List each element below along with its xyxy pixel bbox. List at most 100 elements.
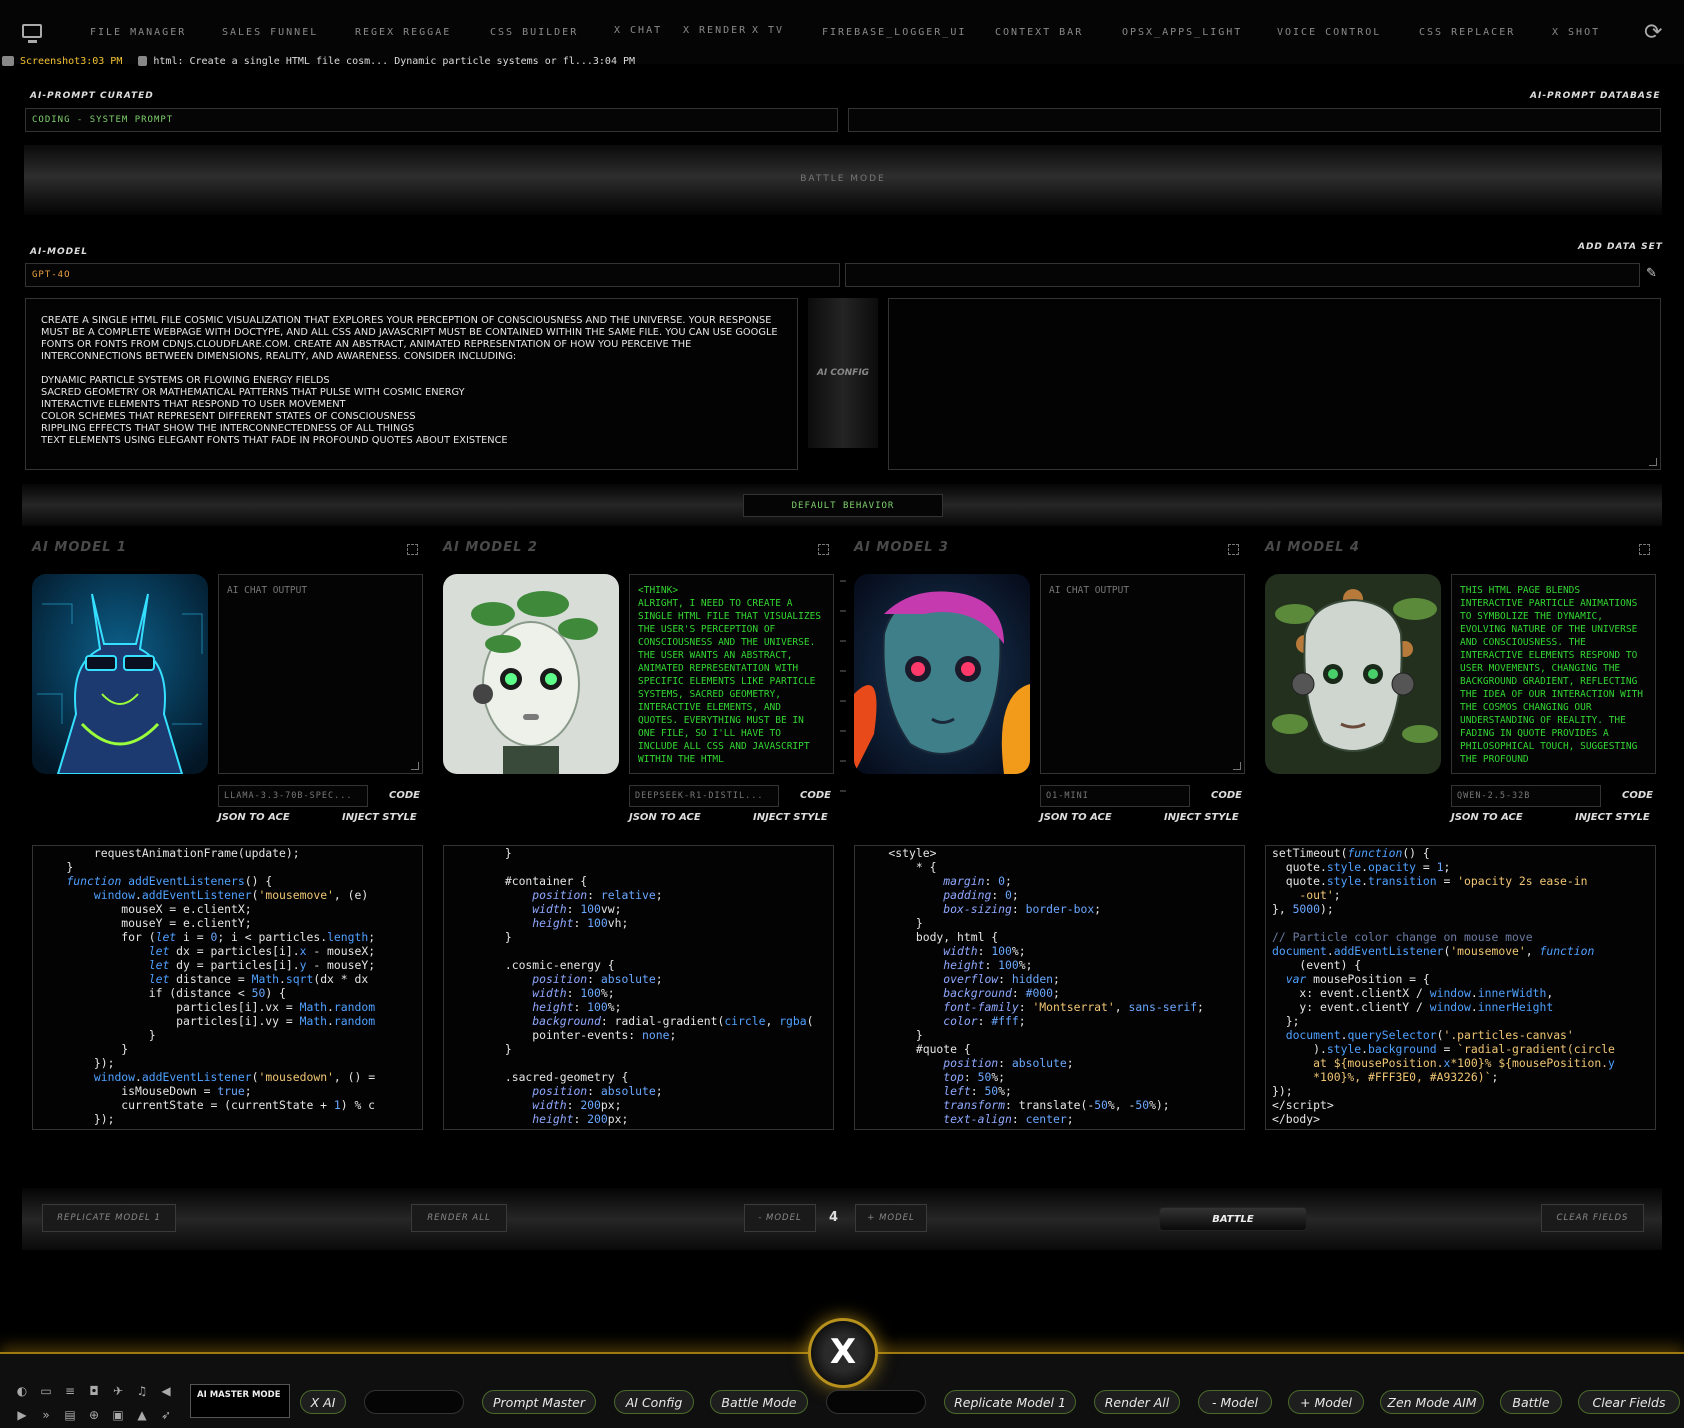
model-3-code-editor[interactable]: <style> * { margin: 0; padding: 0; box-s… (854, 845, 1245, 1130)
resize-handle-icon[interactable] (1649, 458, 1657, 466)
nav-css-builder[interactable]: CSS BUILDER (490, 27, 578, 38)
nav-x-chat[interactable]: X CHAT (614, 25, 662, 36)
model-1-json-button[interactable]: JSON TO ACE (218, 812, 290, 823)
model-1-code-button[interactable]: CODE (389, 790, 420, 801)
battle-pill[interactable]: Battle (1500, 1390, 1562, 1414)
nav-firebase-logger[interactable]: FIREBASE_LOGGER_UI (822, 27, 966, 38)
model-1-name-field[interactable]: LLAMA-3.3-70B-SPEC... (218, 785, 368, 807)
nav-context-bar[interactable]: CONTEXT BAR (995, 27, 1083, 38)
model-1-inject-button[interactable]: INJECT STYLE (342, 812, 417, 823)
steampunk-face-avatar-icon (1265, 574, 1441, 774)
music-icon[interactable]: ♫ (136, 1385, 148, 1397)
menu-icon[interactable]: ≡ (64, 1385, 76, 1397)
replicate-model-pill[interactable]: Replicate Model 1 (944, 1390, 1076, 1414)
nav-x-shot[interactable]: X SHOT (1552, 27, 1600, 38)
nav-file-manager[interactable]: FILE MANAGER (90, 27, 186, 38)
prompt-curated-select[interactable]: CODING - SYSTEM PROMPT (25, 108, 838, 132)
robot-icon[interactable]: ◘ (88, 1385, 100, 1397)
video-icon[interactable]: ▣ (112, 1409, 124, 1421)
dataset-input[interactable] (845, 263, 1640, 287)
expand-icon[interactable] (1639, 544, 1650, 555)
action-bar (22, 1188, 1662, 1250)
prompt-master-pill[interactable]: Prompt Master (482, 1390, 596, 1414)
screenshot-status[interactable]: Screenshot3:03 PM (20, 56, 122, 67)
plus-model-pill[interactable]: + Model (1288, 1390, 1364, 1414)
response-textarea[interactable] (888, 298, 1661, 470)
file-status[interactable]: html: Create a single HTML file cosm... … (153, 56, 635, 67)
refresh-icon[interactable]: ⟳ (1644, 20, 1662, 45)
ai-config-pill[interactable]: AI Config (614, 1390, 694, 1414)
battle-mode-pill[interactable]: Battle Mode (710, 1390, 808, 1414)
model-4-inject-button[interactable]: INJECT STYLE (1575, 812, 1650, 823)
ai-config-button[interactable]: AI CONFIG (808, 298, 878, 448)
paperclip-icon[interactable]: ✎ (1646, 266, 1657, 281)
model-2-code-editor[interactable]: } #container { position: relative; width… (443, 845, 834, 1130)
toggle-icon[interactable]: ◐ (16, 1385, 28, 1397)
model-4-code-button[interactable]: CODE (1622, 790, 1653, 801)
expand-icon[interactable] (818, 544, 829, 555)
prompt-database-select[interactable] (848, 108, 1661, 132)
minus-model-button[interactable]: - MODEL (744, 1204, 816, 1232)
model-2-chat-output[interactable]: <think> Alright, I need to create a sing… (629, 574, 834, 774)
model-3-code-button[interactable]: CODE (1211, 790, 1242, 801)
model-4-json-button[interactable]: JSON TO ACE (1451, 812, 1523, 823)
model-1-chat-output[interactable]: AI CHAT OUTPUT (218, 574, 423, 774)
model-3-json-button[interactable]: JSON TO ACE (1040, 812, 1112, 823)
model-2-code-button[interactable]: CODE (800, 790, 831, 801)
mountain-icon[interactable]: ▲ (136, 1409, 148, 1421)
model-3-inject-button[interactable]: INJECT STYLE (1164, 812, 1239, 823)
crosshair-icon[interactable]: ⊕ (88, 1409, 100, 1421)
replicate-model-button[interactable]: REPLICATE MODEL 1 (42, 1204, 176, 1232)
model-4-name-field[interactable]: QWEN-2.5-32B (1451, 785, 1601, 807)
clear-fields-pill[interactable]: Clear Fields (1578, 1390, 1680, 1414)
expand-icon[interactable] (1228, 544, 1239, 555)
clear-fields-button[interactable]: CLEAR FIELDS (1541, 1204, 1644, 1232)
fast-forward-icon[interactable]: » (40, 1409, 52, 1421)
column-resize-handle[interactable] (838, 580, 848, 840)
ai-master-mode-box[interactable]: AI MASTER MODE (190, 1384, 290, 1418)
default-behavior-button[interactable]: DEFAULT BEHAVIOR (743, 494, 943, 517)
prompt-textarea[interactable]: Create a single HTML file cosmic visuali… (25, 298, 798, 470)
plus-model-button[interactable]: + MODEL (855, 1204, 927, 1232)
render-all-pill[interactable]: Render All (1094, 1390, 1180, 1414)
ai-model-select[interactable]: GPT-4O (25, 263, 840, 287)
expand-icon[interactable] (407, 544, 418, 555)
llama-avatar-icon (32, 574, 208, 774)
cosmic-face-avatar-icon (854, 574, 1030, 774)
model-3-chat-output[interactable]: AI CHAT OUTPUT (1040, 574, 1245, 774)
zen-mode-pill[interactable]: Zen Mode AIM (1380, 1390, 1484, 1414)
model-1-code-editor[interactable]: requestAnimationFrame(update); } functio… (32, 845, 423, 1130)
x-logo[interactable]: X (808, 1318, 878, 1388)
nav-opsx-apps-light[interactable]: OPSX_APPS_LIGHT (1122, 27, 1242, 38)
model-4-chat-output[interactable]: This HTML page blends interactive partic… (1451, 574, 1656, 774)
x-ai-pill[interactable]: X AI (300, 1390, 346, 1414)
monitor-icon[interactable]: ▭ (40, 1385, 52, 1397)
render-all-button[interactable]: RENDER ALL (411, 1204, 507, 1232)
model-4-code-editor[interactable]: setTimeout(function() { quote.style.opac… (1265, 845, 1656, 1130)
rocket-icon[interactable]: ➶ (160, 1409, 172, 1421)
resize-handle-icon[interactable] (1233, 762, 1241, 770)
play-icon[interactable]: ▶ (16, 1409, 28, 1421)
battle-button[interactable]: BATTLE (1159, 1207, 1307, 1231)
model-2-json-button[interactable]: JSON TO ACE (629, 812, 701, 823)
battle-mode-bar[interactable]: BATTLE MODE (24, 145, 1662, 215)
resize-handle-icon[interactable] (411, 762, 419, 770)
model-2-name-field[interactable]: DEEPSEEK-R1-DISTIL... (629, 785, 779, 807)
model-2-inject-button[interactable]: INJECT STYLE (753, 812, 828, 823)
monitor-icon[interactable] (22, 24, 42, 43)
nav-x-tv[interactable]: X TV (752, 25, 784, 36)
nav-regex-reggae[interactable]: REGEX REGGAE (355, 27, 451, 38)
dock-input-2[interactable] (826, 1390, 926, 1414)
film-icon[interactable]: ▤ (64, 1409, 76, 1421)
nav-voice-control[interactable]: VOICE CONTROL (1277, 27, 1381, 38)
status-bar: Screenshot3:03 PM html: Create a single … (0, 56, 635, 74)
minus-model-pill[interactable]: - Model (1198, 1390, 1272, 1414)
nav-css-replacer[interactable]: CSS REPLACER (1419, 27, 1515, 38)
rewind-icon[interactable]: ◀ (160, 1385, 172, 1397)
botanical-robot-avatar-icon (443, 574, 619, 774)
dock-input-1[interactable] (364, 1390, 464, 1414)
nav-sales-funnel[interactable]: SALES FUNNEL (222, 27, 318, 38)
plane-icon[interactable]: ✈ (112, 1385, 124, 1397)
model-3-name-field[interactable]: O1-MINI (1040, 785, 1190, 807)
nav-x-render[interactable]: X RENDER (683, 25, 747, 36)
